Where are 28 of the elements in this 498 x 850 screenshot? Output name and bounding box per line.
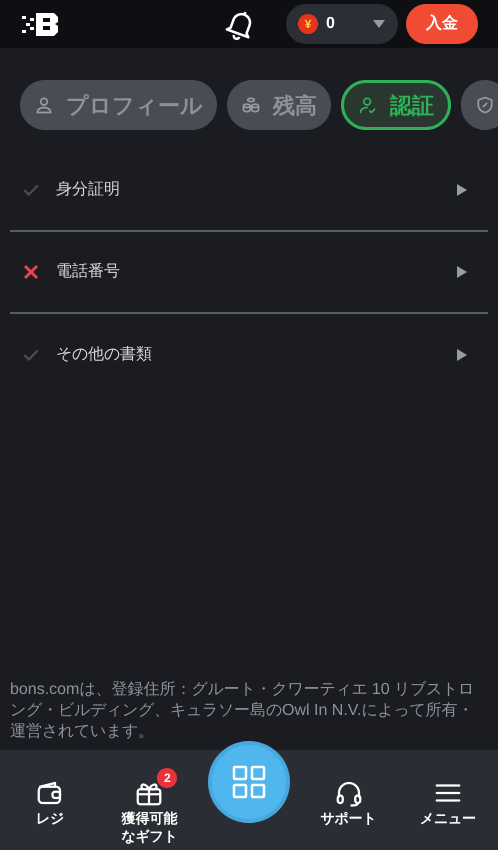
currency-badge: ¥ <box>298 14 318 34</box>
verification-item[interactable]: 身分証明 <box>10 150 488 232</box>
verification-item[interactable]: その他の書類 <box>10 314 488 396</box>
nav-item[interactable]: メニュー <box>410 768 486 827</box>
item-label: 電話番号 <box>56 262 120 282</box>
grid-icon <box>232 765 266 799</box>
balance-amount: 0 <box>326 14 335 34</box>
caret-icon <box>372 19 386 29</box>
coins-icon <box>241 95 261 115</box>
person-check-icon <box>358 95 378 115</box>
legal-text: bons.comは、登録住所：グルート・クワーティエ 10 リブストロング・ビルディング、キュラソー島のOwl In N.V.によって所有・運営されています。 <box>9 680 476 742</box>
tab[interactable]: 認証 <box>341 80 451 130</box>
shield-icon <box>475 95 495 115</box>
tab[interactable] <box>461 80 498 130</box>
nav-item[interactable]: 獲得可能なギフト 2 <box>111 768 188 845</box>
verification-item[interactable]: 電話番号 <box>10 232 488 314</box>
balance-dropdown[interactable]: ¥ 0 <box>286 4 398 44</box>
chevron-right-icon <box>456 265 468 279</box>
item-label: 身分証明 <box>56 180 120 200</box>
count-badge: 2 <box>157 768 178 788</box>
person-icon <box>34 95 54 115</box>
item-label: その他の書類 <box>56 344 152 365</box>
chevron-right-icon <box>456 183 468 197</box>
nav-item[interactable]: サポート <box>310 768 387 827</box>
chevron-right-icon <box>456 348 468 362</box>
cross-icon <box>22 263 40 281</box>
deposit-button[interactable]: 入金 <box>406 4 478 44</box>
nav-item[interactable]: レジ <box>12 768 88 827</box>
